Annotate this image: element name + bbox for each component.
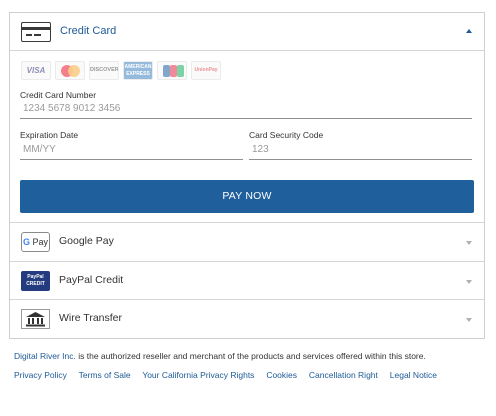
discover-logo: DISCOVER [89, 61, 119, 80]
google-pay-label: Google Pay [59, 235, 114, 247]
chevron-down-icon[interactable] [466, 280, 472, 284]
footer-disclaimer-text: is the authorized reseller and merchant … [75, 351, 426, 361]
cancellation-right-link[interactable]: Cancellation Right [309, 370, 378, 380]
payment-method-paypal-credit[interactable]: PayPal CREDIT PayPal Credit [10, 261, 484, 299]
footer-links: Privacy Policy Terms of Sale Your Califo… [14, 370, 447, 380]
chevron-down-icon[interactable] [466, 318, 472, 322]
security-code-input[interactable]: 123 [249, 140, 472, 160]
expiration-input[interactable]: MM/YY [20, 140, 243, 160]
paypal-credit-icon: PayPal CREDIT [21, 271, 50, 291]
terms-of-sale-link[interactable]: Terms of Sale [79, 370, 131, 380]
mastercard-logo [55, 61, 85, 80]
expiration-label: Expiration Date [20, 130, 79, 140]
payment-panel: Credit Card VISA DISCOVER AMERICAN EXPRE… [9, 12, 485, 339]
chevron-down-icon[interactable] [466, 241, 472, 245]
payment-method-google-pay[interactable]: G Pay Google Pay [10, 222, 484, 260]
credit-card-icon [21, 22, 51, 42]
jcb-logo [157, 61, 187, 80]
cookies-link[interactable]: Cookies [266, 370, 297, 380]
california-privacy-link[interactable]: Your California Privacy Rights [142, 370, 254, 380]
google-pay-icon: G Pay [21, 232, 50, 252]
visa-logo: VISA [21, 61, 51, 80]
legal-notice-link[interactable]: Legal Notice [390, 370, 437, 380]
unionpay-logo: UnionPay [191, 61, 221, 80]
credit-card-title: Credit Card [60, 25, 117, 37]
wire-transfer-label: Wire Transfer [59, 312, 123, 324]
pay-now-button[interactable]: PAY NOW [20, 180, 474, 213]
chevron-up-icon[interactable] [466, 29, 472, 33]
footer-disclaimer: Digital River Inc. is the authorized res… [14, 351, 426, 361]
bank-icon [21, 309, 50, 329]
paypal-credit-label: PayPal Credit [59, 274, 124, 286]
amex-logo: AMERICAN EXPRESS [123, 61, 153, 80]
card-number-input[interactable]: 1234 5678 9012 3456 [20, 99, 472, 119]
privacy-policy-link[interactable]: Privacy Policy [14, 370, 67, 380]
payment-method-wire-transfer[interactable]: Wire Transfer [10, 299, 484, 337]
security-code-label: Card Security Code [249, 130, 324, 140]
credit-card-header[interactable]: Credit Card [10, 13, 484, 51]
digital-river-link[interactable]: Digital River Inc. [14, 351, 76, 361]
